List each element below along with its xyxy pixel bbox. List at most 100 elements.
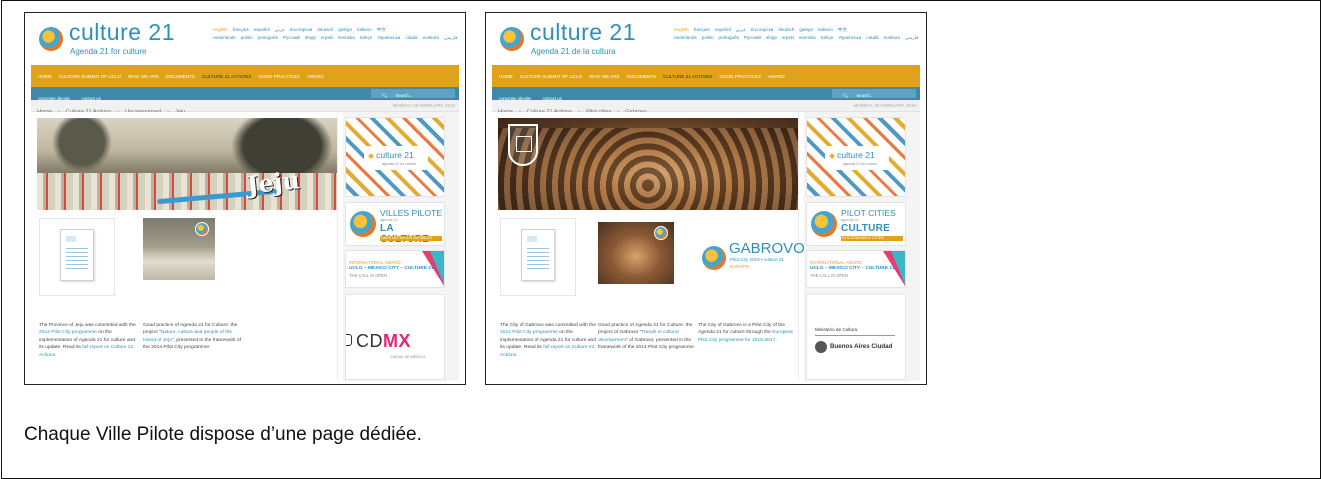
- language-link[interactable]: polski: [241, 35, 253, 40]
- language-link[interactable]: galego: [338, 27, 352, 32]
- language-link[interactable]: فارسی: [444, 35, 458, 40]
- search-input[interactable]: 🔍︎ Search...: [371, 89, 455, 98]
- site-logo-title[interactable]: culture 21: [69, 19, 175, 46]
- banner-heading: LA CULTURE: [380, 223, 429, 245]
- language-link[interactable]: english: [674, 27, 689, 32]
- culture21-globe-icon[interactable]: [500, 27, 524, 51]
- language-link[interactable]: português: [257, 35, 277, 40]
- nav-item[interactable]: CULTURE 21 ACTIONS: [663, 66, 712, 88]
- nav-item[interactable]: AWARD: [768, 66, 785, 88]
- language-link[interactable]: عربي: [736, 27, 746, 32]
- language-link[interactable]: svenska: [799, 35, 816, 40]
- language-link[interactable]: 中文: [838, 27, 847, 32]
- banner-international-award[interactable]: INTERNATIONAL AWARD UCLG – MEXICO CITY –…: [806, 250, 906, 288]
- link-pilot-city-programme[interactable]: 2014 Pilot City programme: [500, 330, 558, 335]
- nav-item[interactable]: GOOD PRACTICES: [258, 66, 300, 88]
- gabrovo-badge[interactable]: GABROVO Pilot City 2016 • culture 21 EUR…: [702, 240, 805, 280]
- text: .: [55, 352, 57, 358]
- banner-title: VILLES PILOTE: [380, 208, 443, 218]
- badge-line-1: Pilot City 2016 • culture 21: [730, 257, 784, 262]
- award-line-1: INTERNATIONAL AWARD: [349, 260, 401, 265]
- banner-cdmx[interactable]: CDMX CIUDAD DE MÉXICO: [345, 294, 445, 380]
- language-link[interactable]: Русский: [283, 35, 300, 40]
- nav-item[interactable]: HOME: [499, 66, 513, 88]
- language-link[interactable]: shqip: [766, 35, 777, 40]
- paragraph-good-practice: Good practice of Agenda 21 for Culture: …: [143, 322, 243, 352]
- nav-item[interactable]: AWARD: [307, 66, 324, 88]
- banner-subtitle: agenda 21: [380, 218, 398, 222]
- language-link[interactable]: Українська: [838, 35, 861, 40]
- culture21-globe-icon[interactable]: [39, 27, 63, 51]
- language-link[interactable]: Українська: [377, 35, 400, 40]
- language-link[interactable]: deutsch: [778, 27, 794, 32]
- sub-nav: corporate identity contact us 🔍︎ Search.…: [492, 87, 920, 101]
- nav-item[interactable]: CULTURE SUMMIT OF UCLG: [520, 66, 582, 88]
- nav-item[interactable]: CULTURE SUMMIT OF UCLG: [59, 66, 121, 88]
- nav-item[interactable]: WHO WE ARE: [128, 66, 158, 88]
- search-input[interactable]: 🔍︎ Search...: [832, 89, 916, 98]
- language-link[interactable]: français: [694, 27, 710, 32]
- language-link[interactable]: فارسی: [905, 35, 919, 40]
- nav-item[interactable]: WHO WE ARE: [589, 66, 619, 88]
- language-link[interactable]: nederlands: [213, 35, 236, 40]
- nav-item[interactable]: DOCUMENTS: [627, 66, 657, 88]
- nav-item[interactable]: HOME: [38, 66, 52, 88]
- banner-pilot-cities[interactable]: PILOT CITIES agenda 21 CULTURE IN SUSTAI…: [806, 202, 906, 246]
- language-link[interactable]: srpski: [782, 35, 794, 40]
- report-thumbnail[interactable]: [500, 218, 576, 296]
- banner-villes-pilote[interactable]: VILLES PILOTE agenda 21 LA CULTURE DANS …: [345, 202, 445, 246]
- language-link[interactable]: 中文: [377, 27, 386, 32]
- language-link[interactable]: english: [213, 27, 228, 32]
- language-link[interactable]: español: [715, 27, 731, 32]
- language-link[interactable]: srpski: [321, 35, 333, 40]
- banner-culture21[interactable]: culture 21 agenda 21 for culture: [806, 117, 906, 197]
- nav-item[interactable]: CULTURE 21 ACTIONS: [202, 66, 251, 88]
- banner-buenos-aires[interactable]: Ministerio de Cultura Buenos Aires Ciuda…: [806, 294, 906, 380]
- award-line-1: INTERNATIONAL AWARD: [810, 260, 862, 265]
- breadcrumb: Home›Culture 21 Actions›Pilot cities›Gab…: [492, 100, 920, 115]
- culture21-globe-icon: [654, 226, 668, 240]
- language-link[interactable]: português: [718, 35, 738, 40]
- culture21-globe-icon: [811, 211, 837, 237]
- practice-photo-thumbnail[interactable]: [598, 222, 674, 284]
- text: .: [516, 352, 518, 358]
- nav-item[interactable]: GOOD PRACTICES: [719, 66, 761, 88]
- sidebar: culture 21 agenda 21 for culture PILOT C…: [804, 112, 920, 381]
- language-link[interactable]: français: [233, 27, 249, 32]
- language-link[interactable]: català: [866, 35, 878, 40]
- banner-international-award[interactable]: INTERNATIONAL AWARD UCLG – MEXICO CITY –…: [345, 250, 445, 288]
- link-pilot-city-programme[interactable]: 2014 Pilot City programme: [39, 330, 97, 335]
- language-link[interactable]: italiano: [818, 27, 833, 32]
- banner-title: PILOT CITIES: [841, 208, 896, 218]
- language-link[interactable]: türkçe: [360, 35, 373, 40]
- text: The Province of Jeju was committed with …: [39, 323, 136, 328]
- banner-culture21[interactable]: culture 21 agenda 21 for culture: [345, 117, 445, 197]
- language-link[interactable]: Български: [751, 27, 773, 32]
- language-link[interactable]: español: [254, 27, 270, 32]
- site-logo-title[interactable]: culture 21: [530, 19, 636, 46]
- report-thumbnail[interactable]: [39, 218, 115, 296]
- nav-item[interactable]: DOCUMENTS: [166, 66, 196, 88]
- practice-photo-thumbnail[interactable]: [143, 218, 215, 280]
- language-link[interactable]: galego: [799, 27, 813, 32]
- language-link[interactable]: svenska: [338, 35, 355, 40]
- language-link[interactable]: nederlands: [674, 35, 697, 40]
- language-link[interactable]: Русский: [744, 35, 761, 40]
- award-line-3: THE CALL IS OPEN: [349, 273, 388, 278]
- language-link[interactable]: türkçe: [821, 35, 834, 40]
- main-nav: HOME CULTURE SUMMIT OF UCLG WHO WE ARE DOCU…: [492, 65, 920, 87]
- site-header: culture 21 Agenda 21 for culture english…: [31, 17, 459, 65]
- hero-title: Jeju: [245, 165, 302, 200]
- language-link[interactable]: polski: [702, 35, 714, 40]
- banner-logo: culture 21: [368, 150, 414, 160]
- language-link[interactable]: italiano: [357, 27, 372, 32]
- banner-heading: CULTURE: [841, 223, 891, 234]
- language-link[interactable]: català: [405, 35, 417, 40]
- language-link[interactable]: shqip: [305, 35, 316, 40]
- search-icon: 🔍︎: [382, 93, 389, 98]
- language-link[interactable]: euskara: [423, 35, 439, 40]
- language-link[interactable]: deutsch: [317, 27, 333, 32]
- language-link[interactable]: Български: [290, 27, 312, 32]
- language-link[interactable]: عربي: [275, 27, 285, 32]
- language-link[interactable]: euskara: [884, 35, 900, 40]
